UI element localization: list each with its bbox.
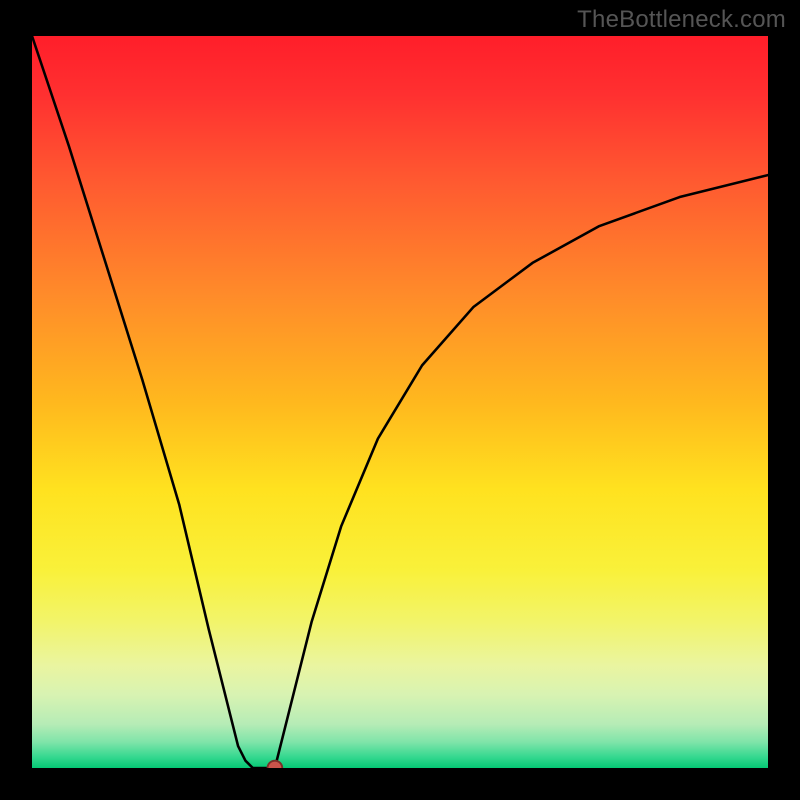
minimum-marker-dot [268,761,283,768]
chart-stage: TheBottleneck.com [0,0,800,800]
curve-layer [32,36,768,768]
bottleneck-curve [32,36,768,768]
watermark-text: TheBottleneck.com [577,6,786,34]
plot-frame [32,36,768,768]
